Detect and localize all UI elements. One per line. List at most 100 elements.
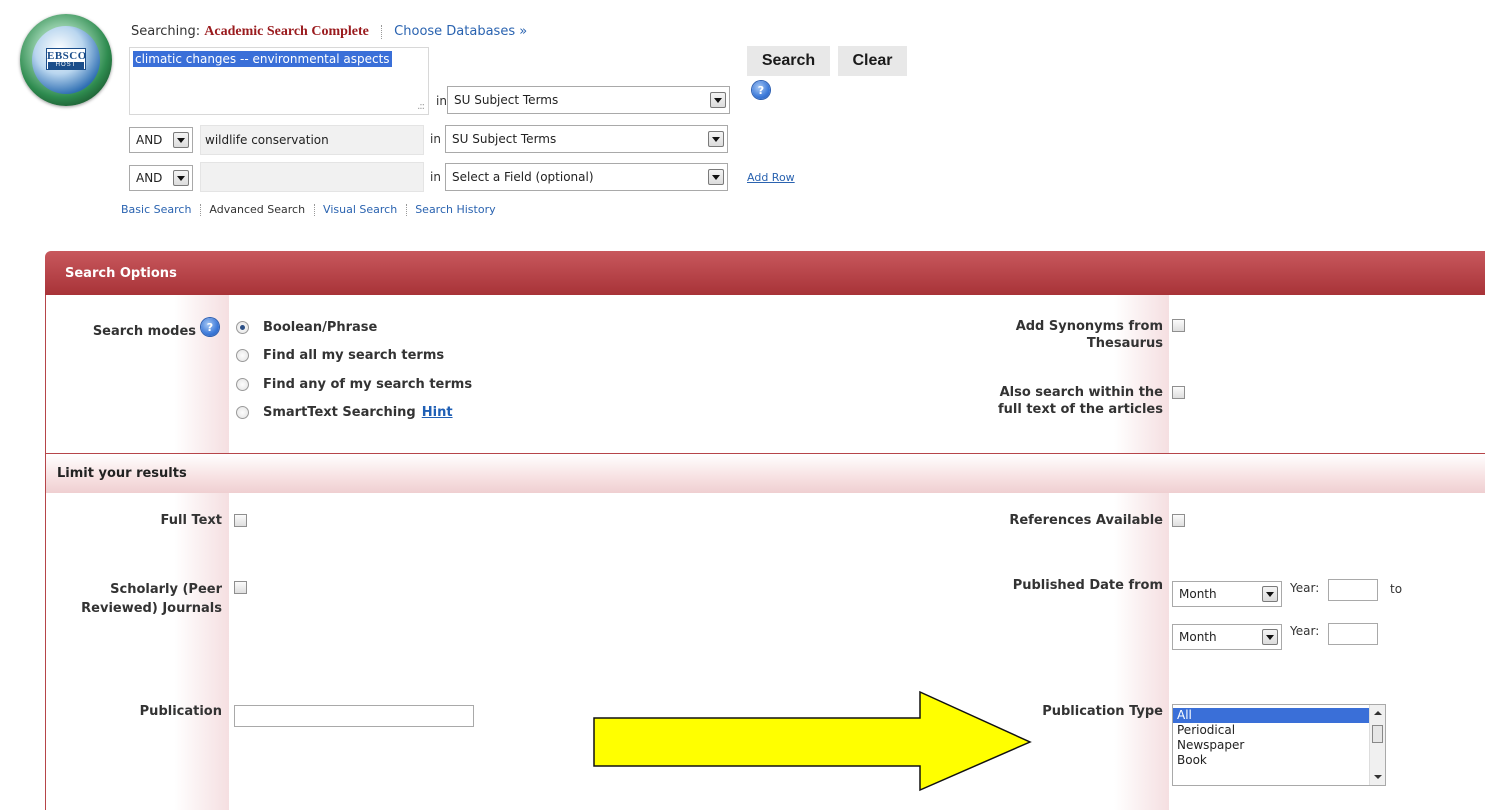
visual-search-link[interactable]: Visual Search — [323, 203, 397, 216]
limit-results-title: Limit your results — [57, 466, 187, 481]
resize-grip-icon[interactable]: .:: — [417, 101, 425, 112]
scholarly-label: Scholarly (Peer Reviewed) Journals — [60, 580, 222, 618]
publication-label: Publication — [139, 704, 222, 719]
search-query-row2: wildlife conservation — [205, 133, 329, 147]
add-synonyms-label: Add Synonyms from Thesaurus — [985, 318, 1163, 352]
add-row-link[interactable]: Add Row — [747, 171, 795, 184]
basic-search-link[interactable]: Basic Search — [121, 203, 191, 216]
month-value: Month — [1179, 630, 1217, 644]
search-history-link[interactable]: Search History — [415, 203, 495, 216]
chevron-down-icon[interactable] — [710, 92, 726, 108]
clear-button[interactable]: Clear — [838, 46, 907, 76]
mode-boolean-phrase[interactable]: Boolean/Phrase — [236, 320, 377, 335]
month-value: Month — [1179, 587, 1217, 601]
ebsco-host-logo[interactable]: EBSCO HOST — [20, 14, 112, 106]
fulltext-search-label: Also search within the full text of the … — [982, 384, 1163, 418]
published-date-label: Published Date from — [1012, 578, 1163, 593]
date-from-month-select[interactable]: Month — [1172, 581, 1282, 607]
scroll-up-icon[interactable] — [1374, 711, 1382, 715]
operator-row2-value: AND — [136, 133, 163, 147]
radio-button[interactable] — [236, 406, 249, 419]
year-label: Year: — [1290, 624, 1320, 638]
date-to-month-select[interactable]: Month — [1172, 624, 1282, 650]
field-select-row1-value: SU Subject Terms — [454, 93, 559, 107]
chevron-down-icon[interactable] — [1262, 629, 1278, 645]
to-label: to — [1390, 582, 1403, 596]
in-label-row1: in — [436, 94, 447, 108]
fulltext-search-line2: full text of the articles — [997, 402, 1163, 417]
logo-globe: EBSCO HOST — [32, 26, 100, 94]
full-text-checkbox[interactable] — [234, 514, 247, 527]
mode-find-all[interactable]: Find all my search terms — [236, 348, 444, 363]
scholarly-line1: Scholarly (Peer — [110, 582, 222, 597]
field-select-row3-value: Select a Field (optional) — [452, 170, 594, 184]
mode-label: Boolean/Phrase — [263, 320, 378, 335]
references-available-checkbox[interactable] — [1172, 514, 1185, 527]
operator-select-row3[interactable]: AND — [129, 165, 193, 191]
limit-results-header: Limit your results — [45, 453, 1485, 493]
list-item[interactable]: Newspaper — [1173, 738, 1369, 753]
radio-button-selected[interactable] — [236, 321, 249, 334]
advanced-search-current: Advanced Search — [209, 203, 306, 216]
field-select-row1[interactable]: SU Subject Terms — [447, 86, 730, 114]
mode-find-any[interactable]: Find any of my search terms — [236, 377, 472, 392]
list-item[interactable]: Book — [1173, 753, 1369, 768]
radio-button[interactable] — [236, 378, 249, 391]
mode-label: SmartText Searching — [263, 405, 416, 420]
publication-type-listbox[interactable]: All Periodical Newspaper Book — [1172, 704, 1386, 786]
list-item[interactable]: All — [1173, 708, 1369, 723]
help-icon[interactable]: ? — [201, 318, 219, 336]
operator-row3-value: AND — [136, 171, 163, 185]
field-select-row2-value: SU Subject Terms — [452, 132, 557, 146]
radio-button[interactable] — [236, 349, 249, 362]
references-available-label: References Available — [1009, 513, 1163, 528]
field-select-row2[interactable]: SU Subject Terms — [445, 125, 728, 153]
add-synonyms-line1: Add Synonyms from — [1015, 319, 1163, 334]
mode-label: Find any of my search terms — [263, 377, 473, 392]
chevron-down-icon[interactable] — [1262, 586, 1278, 602]
chevron-down-icon[interactable] — [173, 170, 189, 186]
fulltext-search-line1: Also search within the — [999, 385, 1163, 400]
scroll-down-icon[interactable] — [1374, 775, 1382, 779]
search-button[interactable]: Search — [747, 46, 830, 76]
search-input-row3[interactable] — [200, 162, 424, 192]
divider — [199, 204, 201, 216]
search-textarea-row1[interactable]: climatic changes -- environmental aspect… — [129, 47, 429, 115]
logo-text-top: EBSCO — [47, 50, 87, 62]
listbox-scrollbar[interactable] — [1369, 705, 1385, 785]
divider — [381, 24, 383, 39]
scholarly-line2: Reviewed) Journals — [81, 601, 222, 616]
date-from-year-input[interactable] — [1328, 579, 1378, 601]
search-modes-label: Search modes — [92, 324, 196, 339]
search-query-row1: climatic changes -- environmental aspect… — [133, 51, 392, 67]
choose-databases-link[interactable]: Choose Databases » — [394, 24, 527, 39]
scholarly-checkbox[interactable] — [234, 581, 247, 594]
yellow-arrow-icon — [593, 690, 1032, 792]
mode-smarttext[interactable]: SmartText Searching Hint — [236, 405, 453, 420]
in-label-row2: in — [430, 132, 441, 146]
field-select-row3[interactable]: Select a Field (optional) — [445, 163, 728, 191]
searching-line: Searching: Academic Search Complete Choo… — [131, 24, 527, 40]
in-label-row3: in — [430, 170, 441, 184]
chevron-down-icon[interactable] — [708, 131, 724, 147]
publication-input[interactable] — [234, 705, 474, 727]
search-input-row2[interactable]: wildlife conservation — [200, 125, 424, 155]
chevron-down-icon[interactable] — [173, 132, 189, 148]
scroll-thumb[interactable] — [1372, 725, 1383, 743]
fulltext-search-checkbox[interactable] — [1172, 386, 1185, 399]
hint-link[interactable]: Hint — [422, 405, 453, 420]
divider — [405, 204, 407, 216]
list-item[interactable]: Periodical — [1173, 723, 1369, 738]
add-synonyms-checkbox[interactable] — [1172, 319, 1185, 332]
logo-wordmark: EBSCO HOST — [46, 48, 86, 70]
operator-select-row2[interactable]: AND — [129, 127, 193, 153]
full-text-label: Full Text — [160, 513, 222, 528]
label-column-left — [46, 295, 229, 810]
logo-text-bottom: HOST — [48, 62, 84, 69]
add-synonyms-line2: Thesaurus — [1086, 336, 1163, 351]
divider — [313, 204, 315, 216]
date-to-year-input[interactable] — [1328, 623, 1378, 645]
help-icon[interactable]: ? — [752, 81, 770, 99]
chevron-down-icon[interactable] — [708, 169, 724, 185]
search-options-header: Search Options — [45, 251, 1485, 295]
